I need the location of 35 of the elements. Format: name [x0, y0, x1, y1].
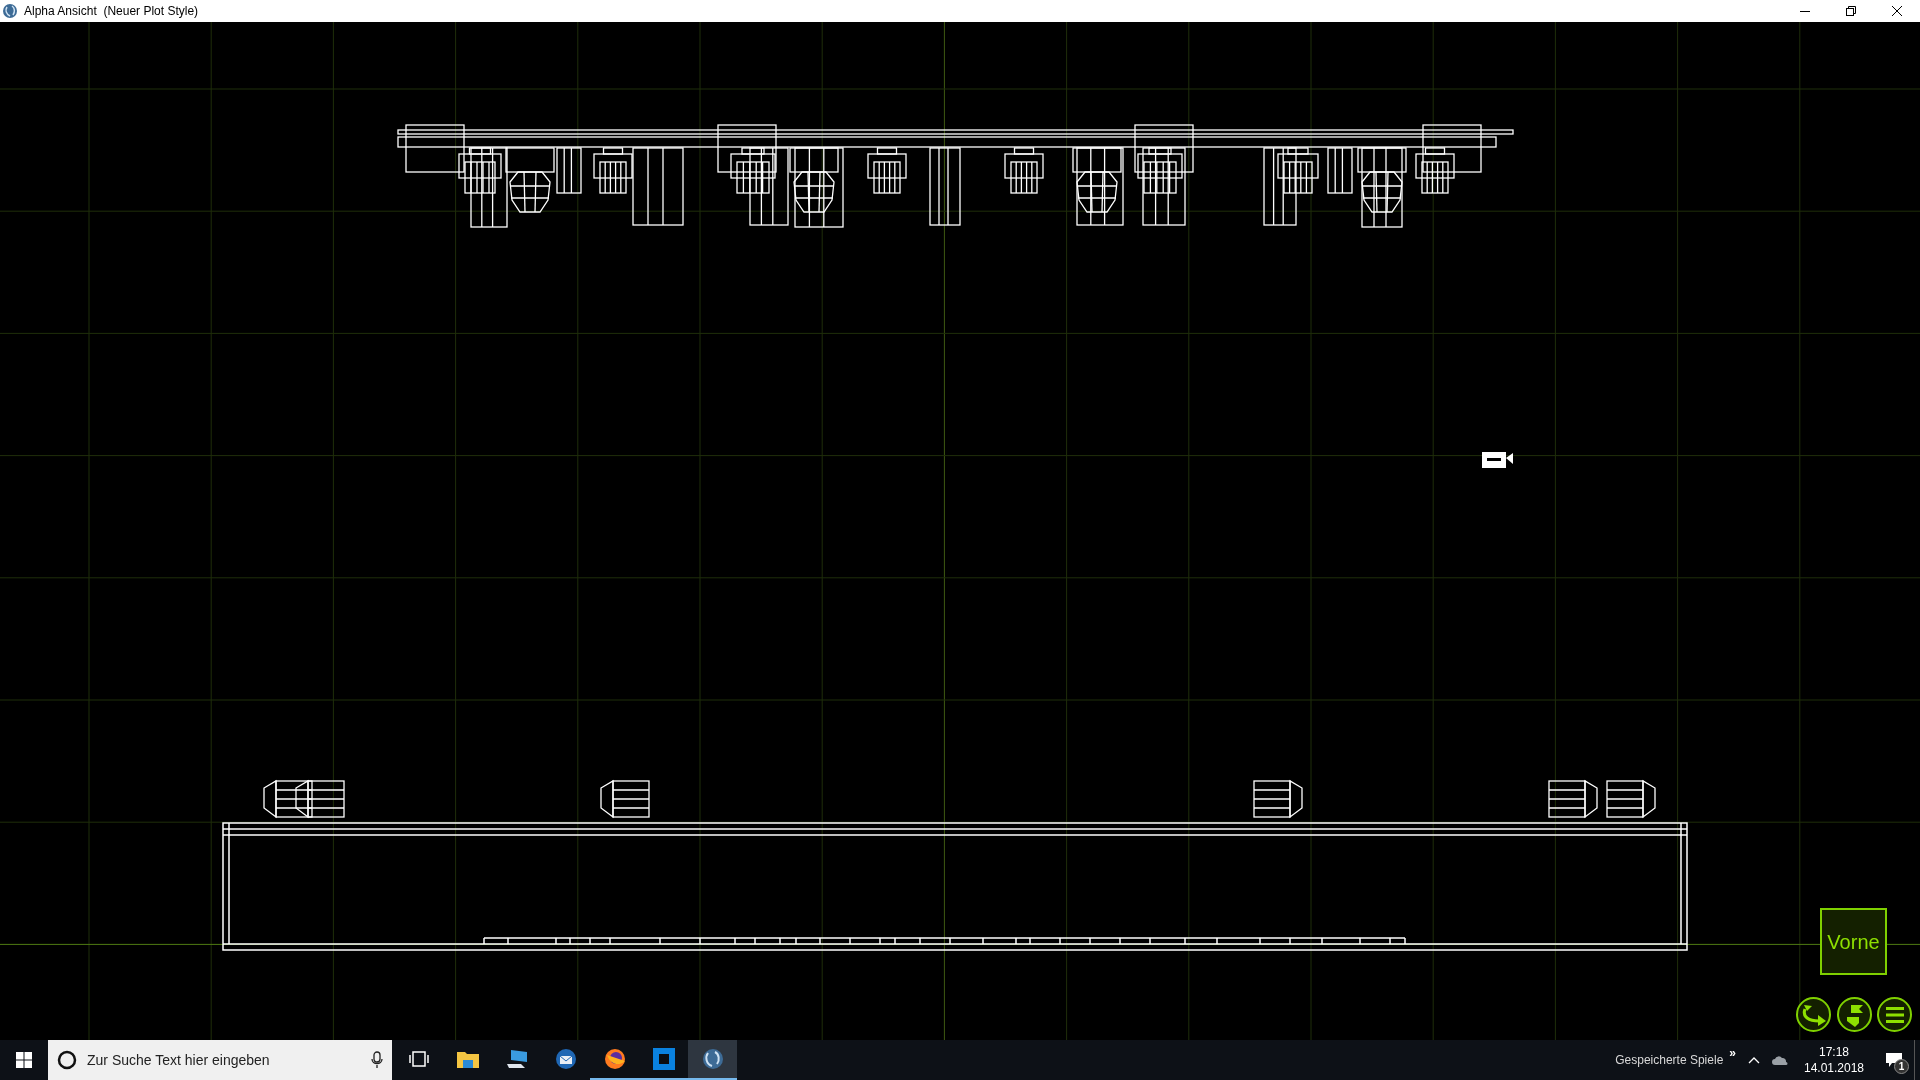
computer-icon — [504, 1048, 529, 1070]
minimize-icon — [1800, 10, 1810, 12]
globe-icon — [2, 3, 18, 19]
cloud-icon[interactable] — [1772, 1055, 1788, 1065]
clock[interactable]: 17:18 14.01.2018 — [1802, 1044, 1866, 1076]
notification-button[interactable]: 1 — [1874, 1040, 1914, 1080]
toolbar-label[interactable]: Gespeicherte Spiele — [1615, 1051, 1724, 1069]
circle-icon — [57, 1050, 77, 1070]
microphone-icon — [371, 1051, 383, 1069]
view-label[interactable]: Vorne — [1820, 908, 1887, 975]
floor-fixture-drawing — [600, 779, 650, 819]
curved-arrow-icon — [1800, 1002, 1827, 1027]
close-icon — [1892, 6, 1902, 16]
menu-icon — [1885, 1006, 1904, 1023]
task-view-icon — [408, 1051, 429, 1067]
mail-icon — [553, 1047, 578, 1071]
clock-time: 17:18 — [1819, 1044, 1849, 1060]
chevron-up-icon[interactable] — [1748, 1056, 1760, 1064]
square-icon — [651, 1047, 676, 1071]
rotate-button[interactable] — [1796, 997, 1831, 1032]
swap-button[interactable] — [1837, 997, 1872, 1032]
toolbar-chevron[interactable]: » — [1729, 1044, 1736, 1062]
camera-icon — [1482, 452, 1513, 468]
floor-fixture-drawing — [1253, 779, 1303, 819]
search-bar[interactable]: Zur Suche Text hier eingeben — [48, 1040, 392, 1080]
folder-icon — [455, 1049, 480, 1069]
restore-icon — [1846, 6, 1856, 16]
clock-date: 14.01.2018 — [1803, 1060, 1865, 1076]
menu-button[interactable] — [1877, 997, 1912, 1032]
notification-badge: 1 — [1894, 1059, 1909, 1074]
search-field[interactable]: Zur Suche Text hier eingeben — [87, 1049, 371, 1071]
window-title: Alpha Ansicht (Neuer Plot Style) — [24, 3, 199, 20]
windows-logo-icon — [16, 1052, 32, 1068]
taskbar-app-button[interactable] — [688, 1040, 737, 1080]
globe-icon — [700, 1047, 725, 1071]
